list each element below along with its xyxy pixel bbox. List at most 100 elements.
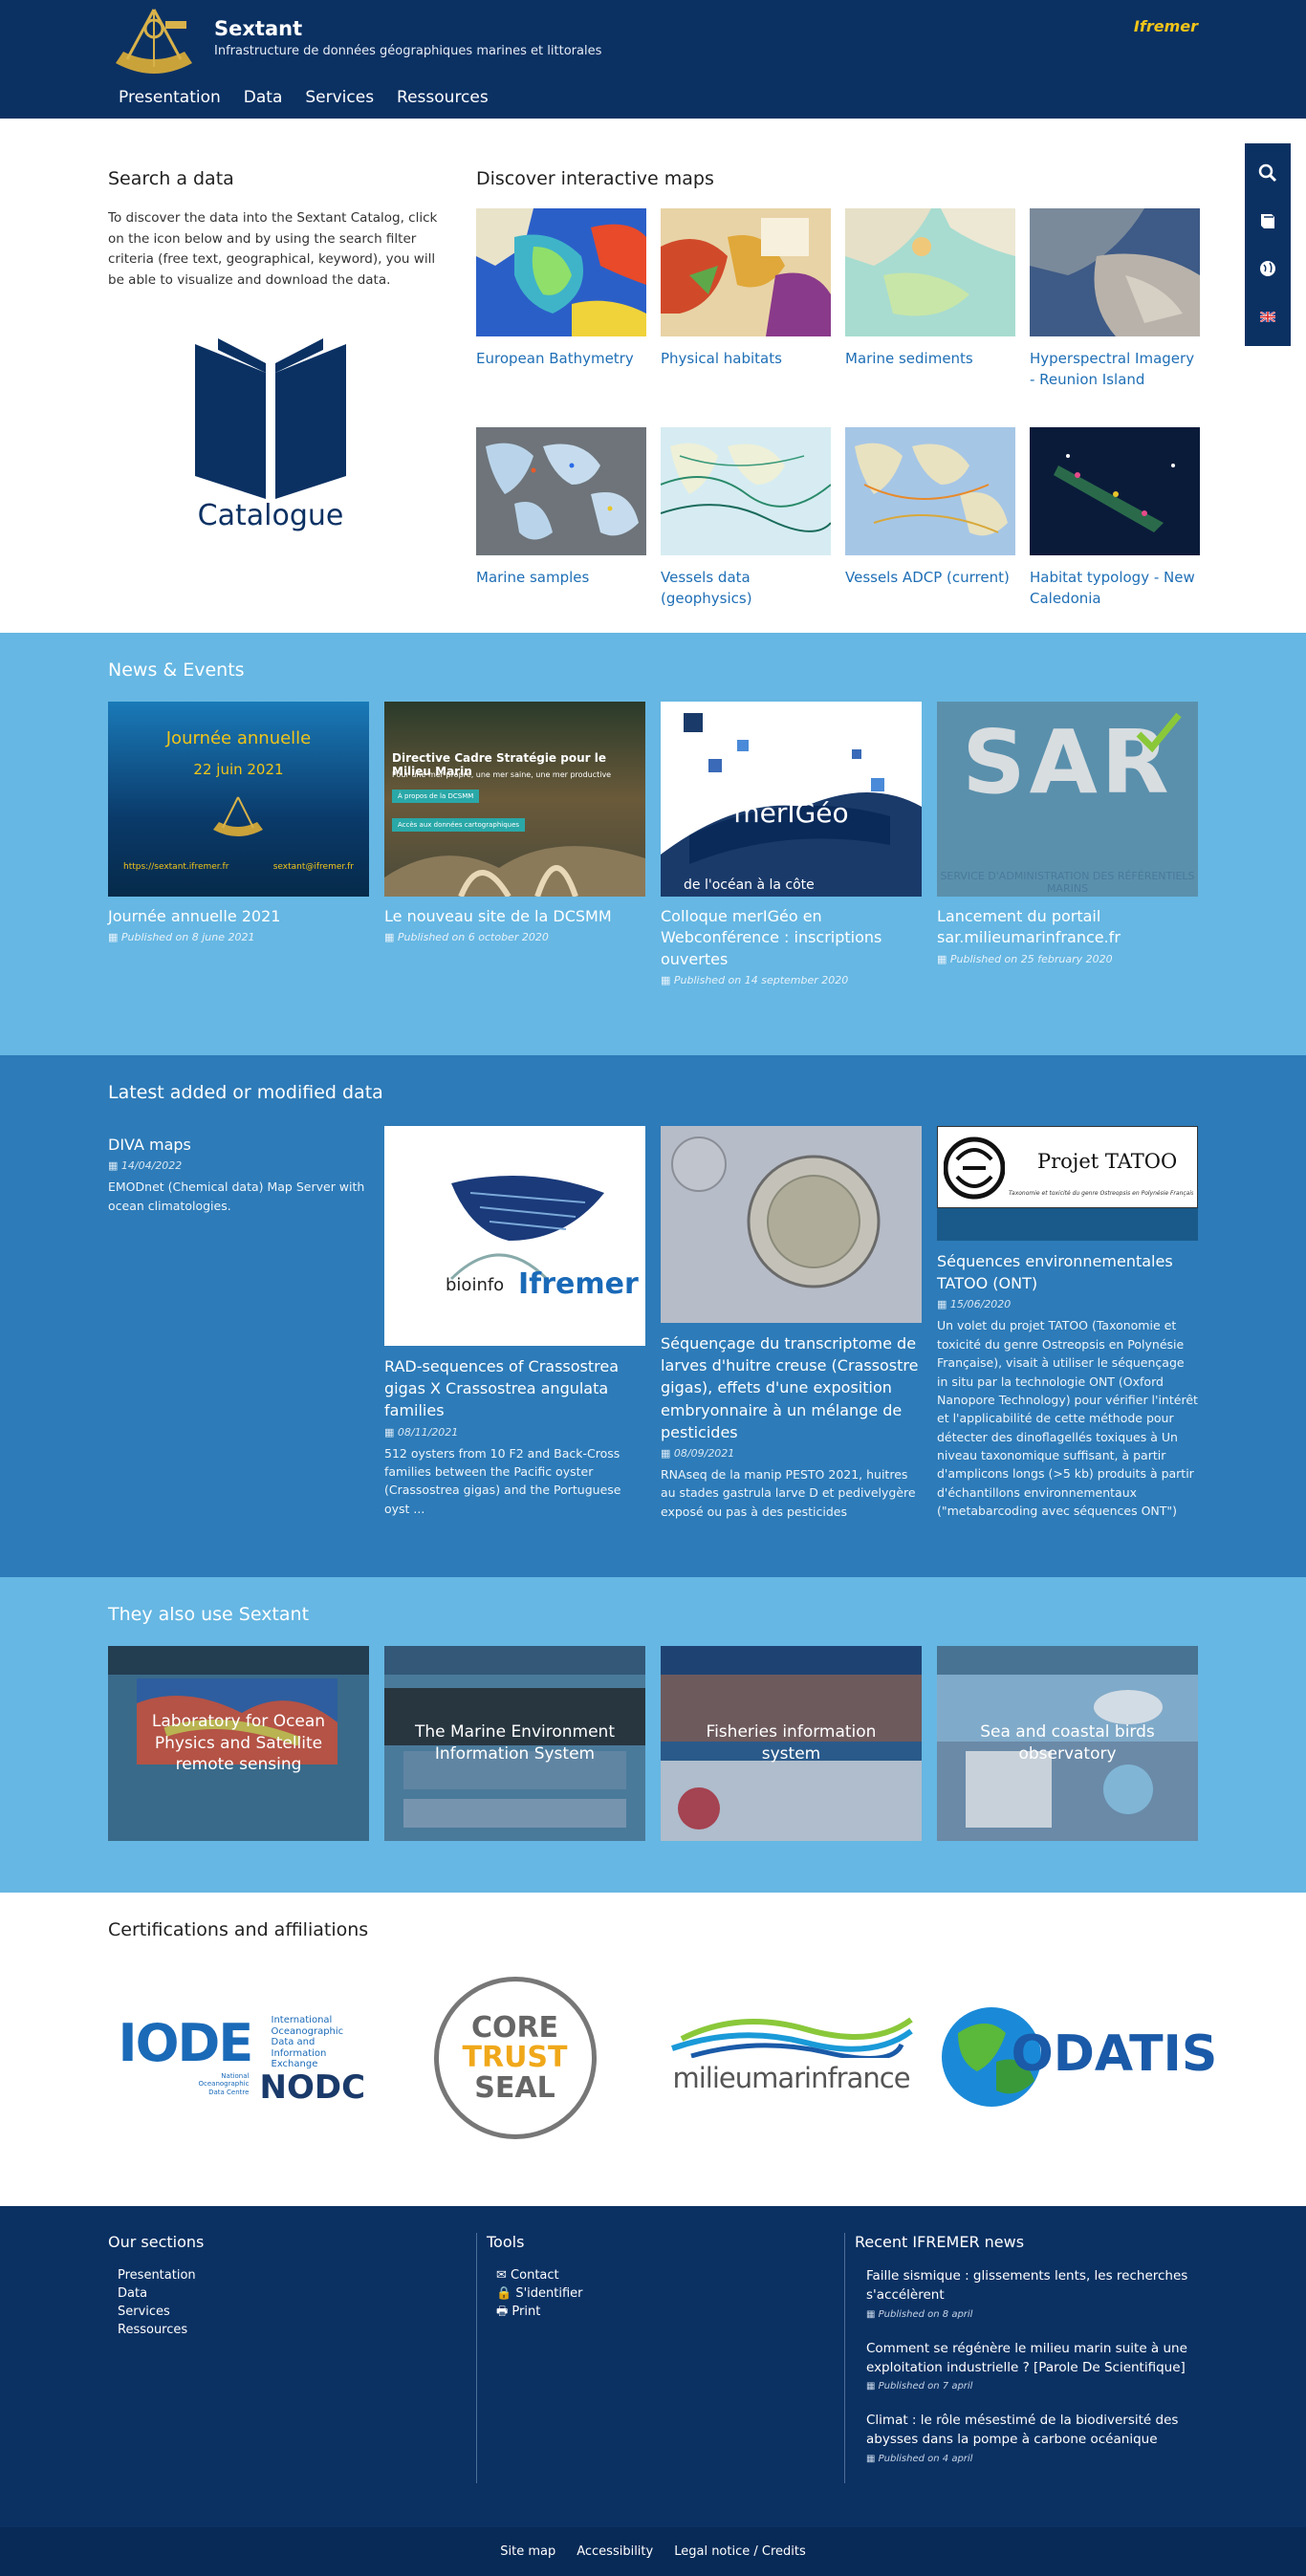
partner-label: Fisheries information system	[706, 1722, 877, 1764]
milieumarinfrance-logo[interactable]: milieumarinfrance	[661, 1977, 922, 2139]
uk-flag-icon[interactable]	[1245, 292, 1291, 340]
data-thumbnail: Projet TATOO Taxonomie et toxicité du ge…	[937, 1126, 1198, 1241]
map-card[interactable]: Vessels ADCP (current)	[845, 427, 1015, 631]
map-card[interactable]: European Bathymetry	[476, 208, 646, 412]
footer-news-item[interactable]: Faille sismique : glissements lents, les…	[866, 2266, 1198, 2320]
calendar-icon: ▦	[866, 2381, 876, 2392]
footer-news-title: Comment se régénère le milieu marin suit…	[866, 2340, 1187, 2375]
globe-icon[interactable]	[1245, 245, 1291, 292]
footer-link-ressources[interactable]: Ressources	[118, 2323, 187, 2337]
thumb-caption: Ifremer	[518, 1267, 639, 1301]
legal-notice-link[interactable]: Legal notice / Credits	[674, 2544, 806, 2559]
nodc-wordmark: NODC	[259, 2068, 366, 2107]
footer-contact-link[interactable]: ✉ Contact	[496, 2268, 559, 2283]
nav-services[interactable]: Services	[305, 88, 374, 107]
data-thumbnail: bioinfo Ifremer	[384, 1126, 645, 1346]
book-icon[interactable]	[1245, 197, 1291, 245]
data-title: Séquences environnementales TATOO (ONT)	[937, 1252, 1173, 1293]
calendar-icon: ▦	[108, 1159, 119, 1173]
calendar-icon: ▦	[384, 1425, 395, 1439]
waves-graphic	[670, 2017, 913, 2058]
map-card[interactable]: Hyperspectral Imagery - Reunion Island	[1030, 208, 1200, 412]
map-card[interactable]: Physical habitats	[661, 208, 831, 412]
nodc-line: National	[221, 2072, 250, 2080]
map-thumbnail	[661, 208, 831, 336]
footer-link-presentation[interactable]: Presentation	[118, 2268, 196, 2283]
map-thumbnail	[845, 427, 1015, 555]
map-card[interactable]: Marine samples	[476, 427, 646, 631]
partner-card[interactable]: The Marine Environment Information Syste…	[384, 1646, 645, 1841]
footer-link-services[interactable]: Services	[118, 2305, 170, 2319]
footer-link-data[interactable]: Data	[118, 2286, 147, 2301]
nodc-line: Data Centre	[208, 2088, 250, 2096]
footer-login-link[interactable]: 🔒 S'identifier	[496, 2286, 583, 2301]
accessibility-link[interactable]: Accessibility	[577, 2544, 653, 2559]
search-icon[interactable]	[1245, 149, 1291, 197]
data-description: 512 oysters from 10 F2 and Back-Cross fa…	[384, 1445, 621, 1516]
footer-print-label: Print	[512, 2305, 541, 2319]
news-card[interactable]: merIGéo de l'océan à la côte Colloque me…	[661, 702, 922, 986]
thumb-caption: Pour une mer propre, une mer saine, une …	[392, 770, 612, 779]
iode-nodc-logo[interactable]: IODE International Oceanographic Data an…	[108, 1977, 369, 2139]
map-card[interactable]: Vessels data (geophysics)	[660, 427, 832, 631]
calendar-icon: ▦	[661, 1446, 671, 1460]
data-title: Séquençage du transcriptome de larves d'…	[661, 1334, 919, 1441]
thumb-caption: de l'océan à la côte	[684, 877, 815, 893]
news-card[interactable]: Directive Cadre Stratégie pour le Milieu…	[384, 702, 645, 986]
search-panel: Search a data To discover the data into …	[108, 147, 452, 631]
coretrustseal-logo[interactable]: CORE TRUST SEAL	[384, 1977, 645, 2139]
footer-news-date-text: Published on 7 april	[878, 2381, 973, 2392]
footer-news-date: ▦ Published on 7 april	[866, 2381, 1198, 2392]
news-title: Le nouveau site de la DCSMM	[384, 907, 612, 925]
ifremer-logo[interactable]: Ifremer	[1134, 17, 1198, 35]
news-date: ▦ Published on 8 june 2021	[108, 931, 369, 943]
odatis-logo[interactable]: ODATIS	[937, 1977, 1217, 2139]
news-card[interactable]: SAR SERVICE D'ADMINISTRATION DES RÉFÉREN…	[937, 702, 1198, 986]
partner-card[interactable]: Sea and coastal birds observatory	[937, 1646, 1198, 1841]
news-thumbnail: SAR SERVICE D'ADMINISTRATION DES RÉFÉREN…	[937, 702, 1198, 897]
footer-print-link[interactable]: 🖶 Print	[496, 2305, 540, 2319]
calendar-icon: ▦	[866, 2308, 876, 2320]
news-thumbnail: merIGéo de l'océan à la côte	[661, 702, 922, 897]
data-date: ▦ 14/04/2022	[108, 1159, 369, 1172]
calendar-icon: ▦	[866, 2453, 876, 2464]
news-date-text: Published on 25 february 2020	[949, 952, 1113, 965]
map-card[interactable]: Marine sediments	[845, 208, 1015, 412]
latest-data-section: Latest added or modified data DIVA maps …	[0, 1055, 1306, 1577]
footer-news-item[interactable]: Climat : le rôle mésestimé de la biodive…	[866, 2411, 1198, 2464]
data-card[interactable]: Séquençage du transcriptome de larves d'…	[661, 1126, 922, 1521]
partner-card[interactable]: Laboratory for Ocean Physics and Satelli…	[108, 1646, 369, 1841]
map-card[interactable]: Habitat typology - New Caledonia	[1030, 427, 1200, 631]
sitemap-link[interactable]: Site map	[500, 2544, 555, 2559]
catalogue-button[interactable]: Catalogue	[108, 335, 433, 532]
site-title[interactable]: Sextant	[214, 17, 302, 40]
calendar-icon: ▦	[937, 1298, 947, 1311]
news-card[interactable]: Journée annuelle 22 juin 2021 https://se…	[108, 702, 369, 986]
data-card[interactable]: DIVA maps ▦ 14/04/2022 EMODnet (Chemical…	[108, 1126, 369, 1521]
tatoo-banner: Projet TATOO Taxonomie et toxicité du ge…	[937, 1126, 1198, 1208]
footer-login-label: S'identifier	[515, 2286, 583, 2301]
footer-contact-label: Contact	[511, 2268, 559, 2283]
partner-card[interactable]: Fisheries information system	[661, 1646, 922, 1841]
thumb-caption: SERVICE D'ADMINISTRATION DES RÉFÉRENTIEL…	[940, 870, 1195, 895]
sextant-logo[interactable]	[108, 4, 200, 80]
nodc-small-text: National Oceanographic Data Centre	[199, 2072, 250, 2096]
nav-presentation[interactable]: Presentation	[119, 88, 221, 107]
cts-line: TRUST	[462, 2041, 568, 2075]
data-card[interactable]: Projet TATOO Taxonomie et toxicité du ge…	[937, 1126, 1198, 1521]
data-description: RNAseq de la manip PESTO 2021, huitres a…	[661, 1466, 916, 1519]
map-label: Physical habitats	[661, 350, 782, 367]
footer-news-date: ▦ Published on 4 april	[866, 2454, 1198, 2464]
news-section: News & Events Journée annuelle 22 juin 2…	[0, 633, 1306, 1055]
footer-news-item[interactable]: Comment se régénère le milieu marin suit…	[866, 2339, 1198, 2392]
footer-tools: Tools ✉ Contact 🔒 S'identifier 🖶 Print	[476, 2233, 844, 2483]
data-description: EMODnet (Chemical data) Map Server with …	[108, 1180, 365, 1213]
map-thumbnail	[476, 427, 646, 555]
calendar-icon: ▦	[937, 952, 947, 965]
nav-ressources[interactable]: Ressources	[397, 88, 489, 107]
map-label: European Bathymetry	[476, 350, 634, 367]
certifications-heading: Certifications and affiliations	[108, 1919, 369, 1940]
footer-news-title: Faille sismique : glissements lents, les…	[866, 2268, 1188, 2304]
data-card[interactable]: bioinfo Ifremer RAD-sequences of Crassos…	[384, 1126, 645, 1521]
nav-data[interactable]: Data	[244, 88, 283, 107]
